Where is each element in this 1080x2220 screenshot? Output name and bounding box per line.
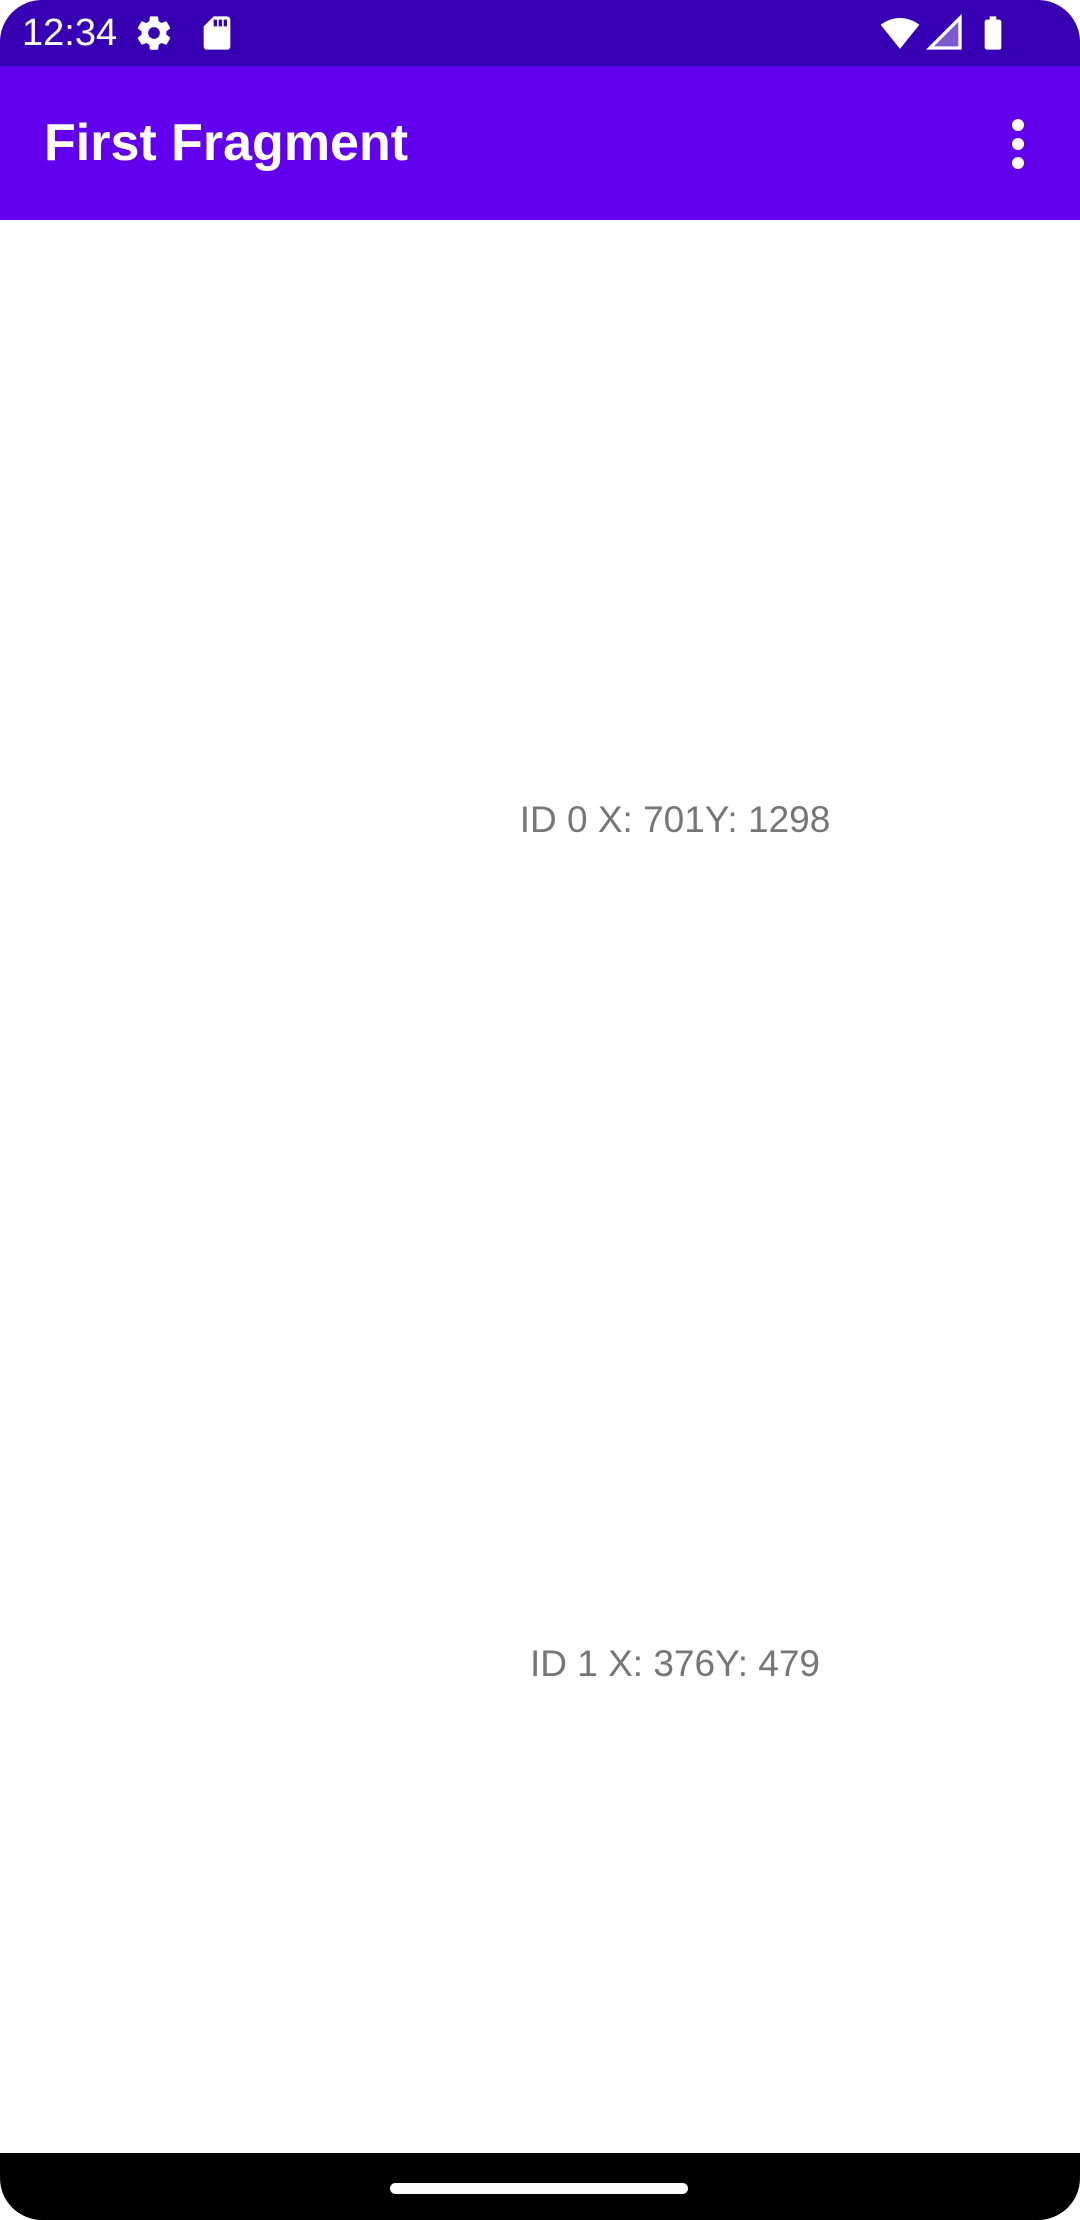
touch-label-id-1: ID 1 X: 376Y: 479: [529, 1643, 821, 1684]
touch-area[interactable]: ID 0 X: 701Y: 1298 ID 1 X: 376Y: 479: [0, 220, 1080, 2153]
home-gesture-handle[interactable]: [390, 2183, 688, 2194]
more-vert-icon: [1012, 119, 1024, 169]
touch-label-id-0: ID 0 X: 701Y: 1298: [519, 799, 831, 840]
status-bar: 12:34: [0, 0, 1080, 66]
overflow-menu-button[interactable]: [990, 112, 1046, 176]
wifi-icon: [880, 18, 920, 49]
status-time: 12:34: [22, 12, 118, 54]
battery-icon: [984, 16, 1002, 50]
navigation-bar: [0, 2153, 1080, 2220]
settings-gear-icon: [137, 16, 171, 50]
cellular-signal-icon: [925, 13, 962, 50]
app-bar: First Fragment: [0, 66, 1080, 220]
screen: 12:34 First Fragment ID 0 X: 701Y: 1298 …: [0, 0, 1080, 2220]
sd-card-icon: [203, 16, 231, 50]
app-title: First Fragment: [44, 114, 409, 172]
